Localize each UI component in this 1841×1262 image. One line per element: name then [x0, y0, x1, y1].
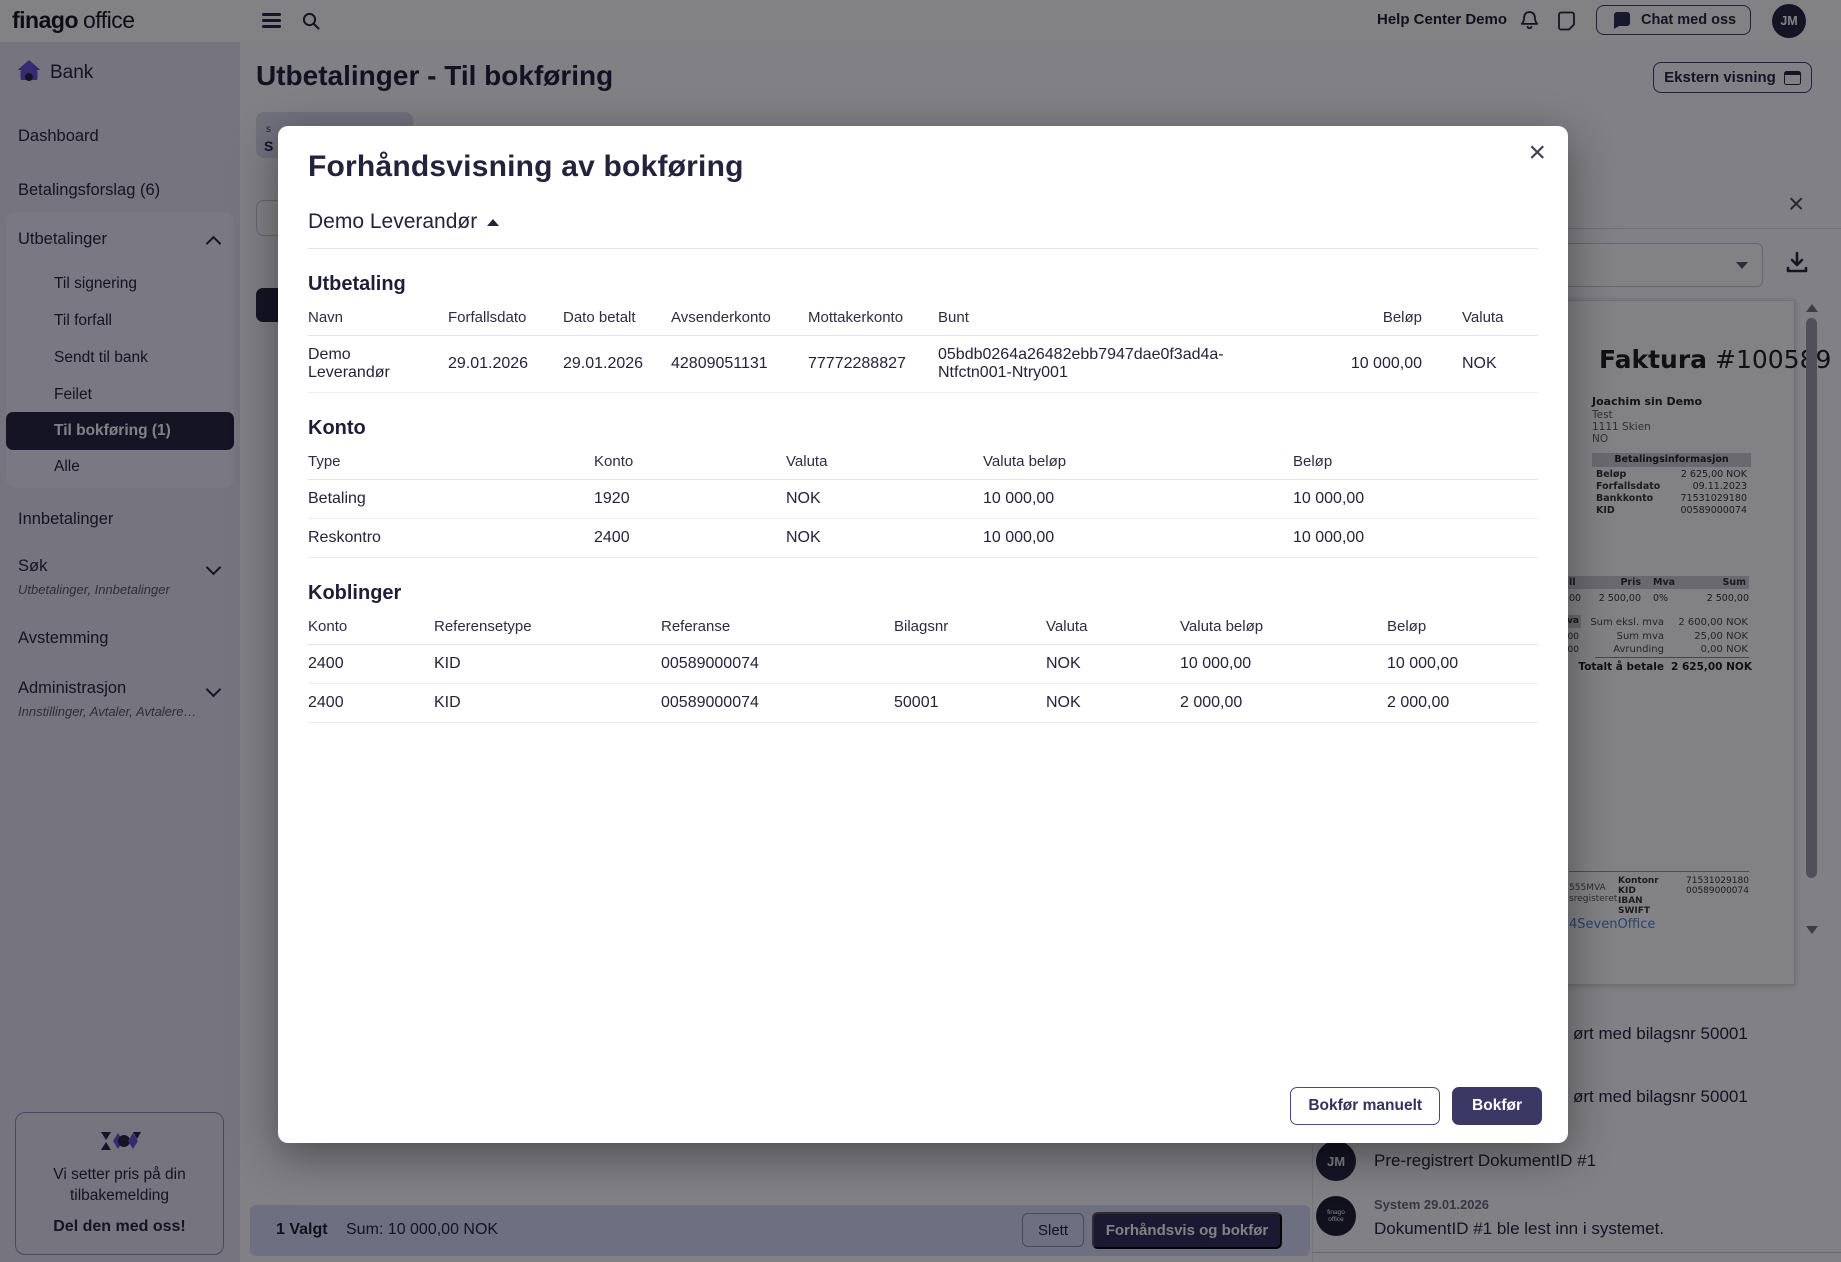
section-heading-konto: Konto — [308, 417, 366, 439]
cell-bunt: 05bdb0264a26482ebb7947dae0f3ad4a-Ntfctn0… — [938, 335, 1318, 393]
cell-valuta-belop: 10 000,00 — [983, 518, 1293, 558]
col-valuta: Valuta — [786, 444, 983, 480]
col-navn: Navn — [308, 300, 448, 336]
koblinger-table: Konto Referensetype Referanse Bilagsnr V… — [308, 609, 1538, 723]
cell-navn: Demo Leverandør — [308, 335, 448, 393]
caret-up-icon — [487, 218, 500, 226]
divider — [308, 248, 1538, 249]
section-heading-utbetaling: Utbetaling — [308, 273, 406, 295]
cell-belop: 2 000,00 — [1387, 683, 1538, 723]
table-header-row: Type Konto Valuta Valuta beløp Beløp — [308, 444, 1538, 480]
cell-valuta: NOK — [1046, 683, 1180, 723]
table-header-row: Konto Referensetype Referanse Bilagsnr V… — [308, 609, 1538, 645]
col-konto: Konto — [594, 444, 786, 480]
col-belop: Beløp — [1293, 444, 1538, 480]
table-row: Reskontro 2400 NOK 10 000,00 10 000,00 — [308, 518, 1538, 558]
col-valuta: Valuta — [1448, 300, 1538, 336]
modal-actions: Bokfør manuelt Bokfør — [1290, 1087, 1542, 1125]
supplier-name: Demo Leverandør — [308, 210, 478, 233]
cell-bilagsnr — [894, 644, 1046, 684]
cell-valuta-belop: 2 000,00 — [1180, 683, 1387, 723]
col-konto: Konto — [308, 609, 434, 645]
table-header-row: Navn Forfallsdato Dato betalt Avsenderko… — [308, 300, 1538, 336]
col-valuta-belop: Valuta beløp — [983, 444, 1293, 480]
cell-valuta: NOK — [786, 518, 983, 558]
cell-mottakerkonto: 77772288827 — [808, 335, 938, 393]
cell-valuta-belop: 10 000,00 — [1180, 644, 1387, 684]
modal-title: Forhåndsvisning av bokføring — [308, 150, 744, 183]
cell-referanse: 00589000074 — [661, 683, 894, 723]
close-icon[interactable]: × — [1528, 138, 1546, 168]
col-avsenderkonto: Avsenderkonto — [671, 300, 808, 336]
cell-belop: 10 000,00 — [1293, 518, 1538, 558]
preview-modal: × Forhåndsvisning av bokføring Demo Leve… — [278, 126, 1568, 1143]
cell-forfallsdato: 29.01.2026 — [448, 335, 563, 393]
cell-konto: 1920 — [594, 479, 786, 519]
col-type: Type — [308, 444, 594, 480]
col-belop: Beløp — [1387, 609, 1538, 645]
cell-belop: 10 000,00 — [1318, 335, 1448, 393]
col-mottakerkonto: Mottakerkonto — [808, 300, 938, 336]
col-belop: Beløp — [1318, 300, 1448, 336]
cell-type: Betaling — [308, 479, 594, 519]
post-button[interactable]: Bokfør — [1452, 1087, 1542, 1125]
cell-valuta: NOK — [1448, 335, 1538, 393]
post-manually-button[interactable]: Bokfør manuelt — [1290, 1087, 1441, 1125]
cell-konto: 2400 — [594, 518, 786, 558]
cell-referanse: 00589000074 — [661, 644, 894, 684]
cell-belop: 10 000,00 — [1387, 644, 1538, 684]
table-row: 2400 KID 00589000074 50001 NOK 2 000,00 … — [308, 683, 1538, 723]
cell-avsenderkonto: 42809051131 — [671, 335, 808, 393]
col-valuta-belop: Valuta beløp — [1180, 609, 1387, 645]
utbetaling-table: Navn Forfallsdato Dato betalt Avsenderko… — [308, 300, 1538, 393]
cell-belop: 10 000,00 — [1293, 479, 1538, 519]
cell-referensetype: KID — [434, 683, 661, 723]
cell-valuta-belop: 10 000,00 — [983, 479, 1293, 519]
cell-dato-betalt: 29.01.2026 — [563, 335, 671, 393]
col-dato-betalt: Dato betalt — [563, 300, 671, 336]
col-forfallsdato: Forfallsdato — [448, 300, 563, 336]
cell-valuta: NOK — [786, 479, 983, 519]
konto-table: Type Konto Valuta Valuta beløp Beløp Bet… — [308, 444, 1538, 558]
section-heading-koblinger: Koblinger — [308, 582, 402, 604]
col-valuta: Valuta — [1046, 609, 1180, 645]
col-bunt: Bunt — [938, 300, 1318, 336]
table-row: Betaling 1920 NOK 10 000,00 10 000,00 — [308, 479, 1538, 519]
cell-konto: 2400 — [308, 683, 434, 723]
table-row: 2400 KID 00589000074 NOK 10 000,00 10 00… — [308, 644, 1538, 684]
cell-type: Reskontro — [308, 518, 594, 558]
table-row: Demo Leverandør 29.01.2026 29.01.2026 42… — [308, 335, 1538, 393]
col-referensetype: Referensetype — [434, 609, 661, 645]
cell-referensetype: KID — [434, 644, 661, 684]
cell-valuta: NOK — [1046, 644, 1180, 684]
supplier-toggle[interactable]: Demo Leverandør — [308, 210, 1538, 234]
cell-bilagsnr: 50001 — [894, 683, 1046, 723]
cell-konto: 2400 — [308, 644, 434, 684]
col-referanse: Referanse — [661, 609, 894, 645]
col-bilagsnr: Bilagsnr — [894, 609, 1046, 645]
